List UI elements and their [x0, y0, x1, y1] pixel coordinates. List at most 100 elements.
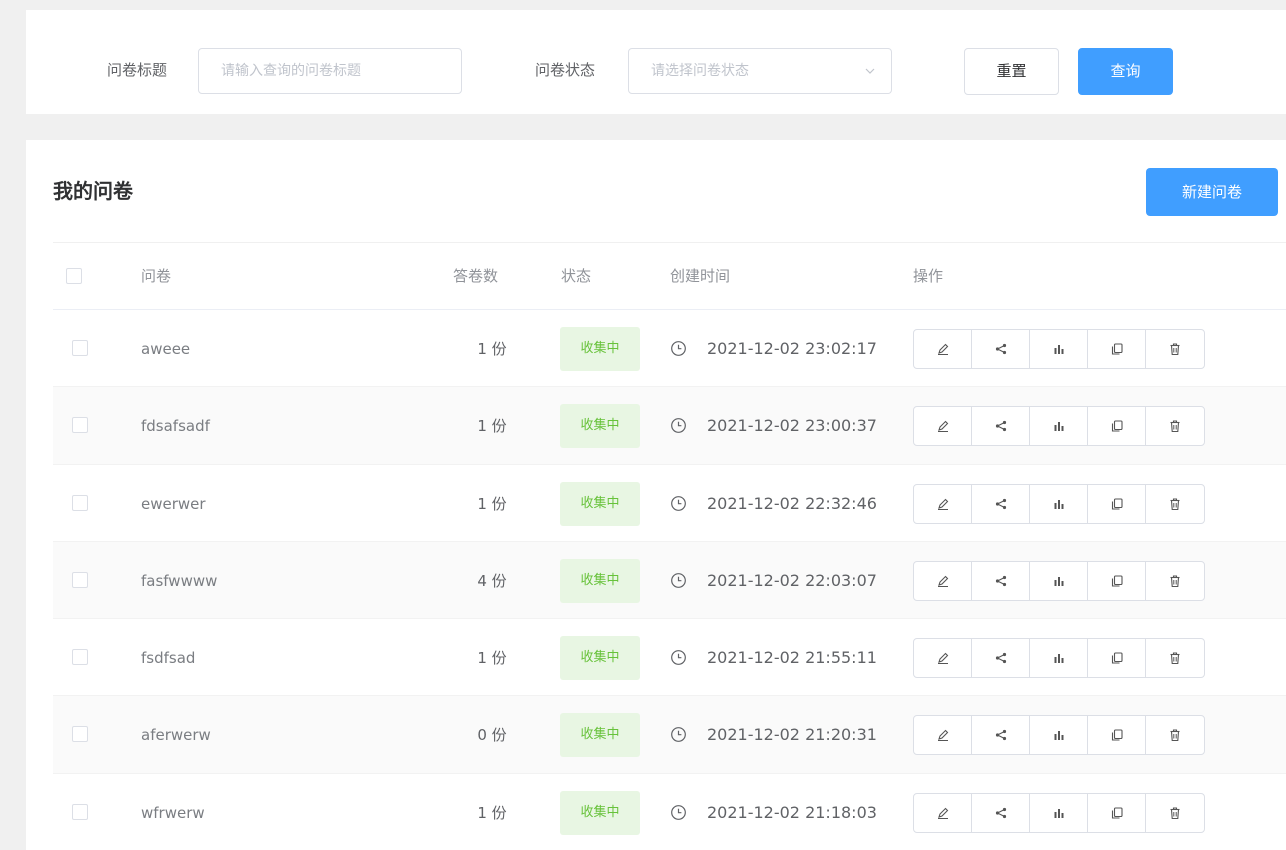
response-count: 1 份	[477, 417, 507, 436]
share-button[interactable]	[972, 639, 1030, 678]
share-button[interactable]	[972, 793, 1030, 832]
row-actions	[913, 483, 1205, 524]
share-icon	[995, 653, 1006, 664]
clock-icon	[671, 727, 686, 743]
delete-button[interactable]	[1146, 407, 1204, 445]
delete-icon	[1170, 807, 1180, 819]
clock-icon	[671, 418, 686, 434]
copy-button[interactable]	[1088, 561, 1146, 600]
edit-button[interactable]	[914, 561, 972, 600]
table-row: aweee 1 份 收集中 2021-12-02 23:02:17	[53, 310, 1286, 388]
delete-button[interactable]	[1146, 485, 1204, 523]
chart-icon	[1054, 576, 1063, 586]
copy-icon	[1111, 652, 1123, 664]
table-header: 问卷 答卷数 状态 创建时间 操作	[53, 242, 1286, 310]
delete-button[interactable]	[1146, 639, 1204, 677]
stats-button[interactable]	[1030, 793, 1088, 832]
copy-button[interactable]	[1088, 716, 1146, 755]
stats-button[interactable]	[1030, 407, 1088, 446]
table-row: fdsafsadf 1 份 收集中 2021-12-02 23:00:37	[53, 387, 1286, 465]
edit-button[interactable]	[914, 716, 972, 755]
copy-button[interactable]	[1088, 330, 1146, 368]
edit-button[interactable]	[914, 330, 972, 368]
edit-icon	[937, 498, 948, 510]
title-search-input[interactable]: 请输入查询的问卷标题	[198, 48, 462, 94]
delete-button[interactable]	[1146, 794, 1204, 832]
row-actions	[913, 406, 1205, 447]
edit-button[interactable]	[914, 484, 972, 523]
title-filter-label: 问卷标题	[107, 61, 168, 79]
edit-icon	[937, 575, 948, 587]
select-all-checkbox[interactable]	[66, 268, 82, 284]
row-actions	[913, 715, 1205, 756]
stats-button[interactable]	[1030, 716, 1088, 755]
row-checkbox[interactable]	[72, 649, 88, 666]
delete-icon	[1170, 420, 1180, 433]
survey-title[interactable]: fasfwwww	[141, 571, 217, 591]
delete-button[interactable]	[1146, 330, 1204, 368]
row-checkbox[interactable]	[72, 494, 88, 511]
status-badge: 收集中	[560, 790, 640, 835]
created-time: 2021-12-02 21:20:31	[707, 725, 877, 745]
delete-button[interactable]	[1146, 562, 1204, 600]
edit-icon	[937, 807, 948, 819]
copy-button[interactable]	[1088, 793, 1146, 832]
status-badge: 收集中	[560, 327, 640, 371]
response-count: 1 份	[477, 803, 507, 822]
share-icon	[995, 730, 1006, 741]
filter-panel: 问卷标题 请输入查询的问卷标题 问卷状态 请选择问卷状态 重置 查询	[26, 10, 1286, 114]
edit-button[interactable]	[914, 793, 972, 832]
row-checkbox[interactable]	[72, 726, 88, 743]
copy-icon	[1111, 498, 1123, 510]
survey-title[interactable]: aweee	[141, 339, 190, 359]
created-time: 2021-12-02 21:55:11	[707, 648, 877, 668]
delete-icon	[1170, 575, 1180, 587]
stats-button[interactable]	[1030, 561, 1088, 600]
copy-icon	[1111, 420, 1123, 432]
survey-title[interactable]: wfrwerw	[141, 803, 205, 823]
edit-button[interactable]	[914, 407, 972, 446]
share-button[interactable]	[972, 407, 1030, 446]
new-survey-button[interactable]: 新建问卷	[1146, 168, 1278, 216]
delete-button[interactable]	[1146, 716, 1204, 754]
header-status: 状态	[561, 267, 592, 285]
reset-button[interactable]: 重置	[964, 48, 1059, 95]
row-actions	[913, 638, 1205, 679]
survey-title[interactable]: fdsafsadf	[141, 416, 210, 436]
row-actions	[913, 560, 1205, 601]
row-checkbox[interactable]	[72, 340, 88, 356]
stats-button[interactable]	[1030, 639, 1088, 678]
row-checkbox[interactable]	[72, 417, 88, 434]
clock-icon	[671, 495, 686, 511]
share-button[interactable]	[972, 330, 1030, 368]
survey-title[interactable]: aferwerw	[141, 725, 211, 745]
created-time: 2021-12-02 21:18:03	[707, 802, 877, 822]
survey-title[interactable]: ewerwer	[141, 494, 206, 514]
chart-icon	[1054, 422, 1063, 432]
share-button[interactable]	[972, 561, 1030, 600]
row-checkbox[interactable]	[72, 571, 88, 588]
edit-button[interactable]	[914, 639, 972, 678]
stats-button[interactable]	[1030, 330, 1088, 368]
copy-button[interactable]	[1088, 407, 1146, 446]
row-actions	[913, 329, 1205, 369]
row-checkbox[interactable]	[72, 803, 88, 820]
chart-icon	[1054, 808, 1063, 818]
chart-icon	[1054, 499, 1063, 509]
survey-title[interactable]: fsdfsad	[141, 648, 195, 668]
delete-icon	[1170, 652, 1180, 665]
table-row: fsdfsad 1 份 收集中 2021-12-02 21:55:11	[53, 619, 1286, 697]
status-badge: 收集中	[560, 481, 640, 526]
chart-icon	[1054, 654, 1063, 664]
clock-icon	[671, 572, 686, 588]
table-row: fasfwwww 4 份 收集中 2021-12-02 22:03:07	[53, 541, 1286, 620]
stats-button[interactable]	[1030, 484, 1088, 523]
query-button[interactable]: 查询	[1078, 48, 1173, 95]
share-button[interactable]	[972, 484, 1030, 523]
share-button[interactable]	[972, 716, 1030, 755]
copy-button[interactable]	[1088, 639, 1146, 678]
created-time: 2021-12-02 22:03:07	[707, 570, 877, 590]
copy-button[interactable]	[1088, 484, 1146, 523]
status-badge: 收集中	[560, 558, 640, 603]
status-select[interactable]: 请选择问卷状态	[628, 48, 892, 94]
